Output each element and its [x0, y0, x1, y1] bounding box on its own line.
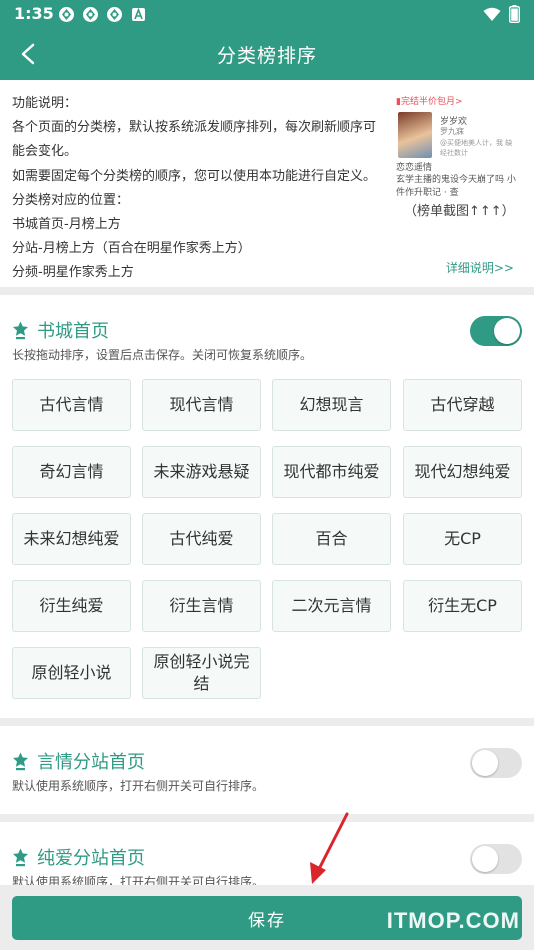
description-line: 书城首页-月榜上方: [12, 217, 121, 233]
section-header: 言情分站首页: [12, 748, 145, 774]
category-tag[interactable]: 原创轻小说完结: [142, 647, 261, 699]
description-line: 分类榜对应的位置：: [12, 192, 130, 208]
battery-icon: [508, 5, 521, 27]
ai-ring-icon: [58, 6, 75, 23]
section-header: 书城首页: [12, 317, 109, 343]
status-time: 1:35: [14, 4, 54, 23]
page-title: 分类榜排序: [216, 45, 317, 67]
category-tag[interactable]: 现代都市纯爱: [272, 446, 391, 498]
watermark: ITMOP.COM: [386, 908, 520, 933]
section-title: 言情分站首页: [37, 752, 145, 773]
description-line: 各个页面的分类榜，默认按系统派发顺序排列，每次刷新顺序可: [12, 120, 377, 136]
description-line: 如需要固定每个分类榜的顺序，您可以使用本功能进行自定义。: [12, 168, 377, 184]
category-tag[interactable]: 现代言情: [142, 379, 261, 431]
book-cover-thumbnail: [398, 112, 432, 158]
star-icon: [13, 848, 28, 866]
category-tag[interactable]: 古代穿越: [403, 379, 522, 431]
toggle-romance-station[interactable]: [470, 748, 522, 778]
ranking-screenshot-preview: ▮完结半价包月> 岁岁欢 罗九寐 @买便地美人计，我 缺经社数计 恋恋遥情 玄学…: [396, 94, 524, 254]
section-bookstore-home: 书城首页 长按拖动排序，设置后点击保存。关闭可恢复系统顺序。 古代言情 现代言情…: [0, 295, 534, 718]
description-text: 功能说明： 各个页面的分类榜，默认按系统派发顺序排列，每次刷新顺序可 能会变化。…: [12, 92, 392, 286]
star-icon: [13, 321, 28, 339]
category-tag[interactable]: 幻想现言: [272, 379, 391, 431]
a-box-icon: [130, 6, 147, 23]
preview-caption: （榜单截图↑↑↑）: [404, 204, 515, 219]
category-tag[interactable]: 无CP: [403, 513, 522, 565]
category-tag[interactable]: 古代纯爱: [142, 513, 261, 565]
description-line: 分站-月榜上方（百合在明星作家秀上方）: [12, 241, 251, 257]
ai-ring-icon: [82, 6, 99, 23]
feature-description-card: 功能说明： 各个页面的分类榜，默认按系统派发顺序排列，每次刷新顺序可 能会变化。…: [0, 80, 534, 287]
section-desc: 长按拖动排序，设置后点击保存。关闭可恢复系统顺序。: [12, 348, 313, 362]
preview-line: 玄学主播的鬼设今天崩了吗 小件作升职记 · 查: [396, 175, 516, 198]
star-icon: [13, 752, 28, 770]
status-right-icons: [483, 5, 521, 27]
description-line: 分频-明星作家秀上方: [12, 265, 134, 281]
toggle-knob: [472, 846, 498, 872]
app-bar: 分类榜排序: [0, 28, 534, 80]
description-line: 功能说明：: [12, 96, 78, 111]
section-header: 纯爱分站首页: [12, 844, 145, 870]
category-tag[interactable]: 原创轻小说: [12, 647, 131, 699]
category-tag[interactable]: 衍生无CP: [403, 580, 522, 632]
preview-book-blurb: @买便地美人计，我 缺经社数计: [440, 139, 513, 157]
category-tag[interactable]: 奇幻言情: [12, 446, 131, 498]
section-desc: 默认使用系统顺序，打开右侧开关可自行排序。: [12, 779, 265, 793]
category-tag[interactable]: 古代言情: [12, 379, 131, 431]
status-bar: 1:35: [0, 0, 534, 28]
section-title: 纯爱分站首页: [37, 848, 145, 869]
preview-tag: ▮完结半价包月>: [396, 97, 463, 107]
category-tag[interactable]: 未来幻想纯爱: [12, 513, 131, 565]
status-notification-icons: [58, 6, 147, 23]
category-tag[interactable]: 未来游戏悬疑: [142, 446, 261, 498]
section-romance-station: 言情分站首页 默认使用系统顺序，打开右侧开关可自行排序。: [0, 726, 534, 814]
category-tag[interactable]: 衍生言情: [142, 580, 261, 632]
toggle-knob: [472, 750, 498, 776]
category-tag[interactable]: 衍生纯爱: [12, 580, 131, 632]
preview-line: 恋恋遥情: [396, 163, 433, 173]
category-tag[interactable]: 百合: [272, 513, 391, 565]
ai-ring-icon: [106, 6, 123, 23]
category-tag[interactable]: 二次元言情: [272, 580, 391, 632]
toggle-bl-station[interactable]: [470, 844, 522, 874]
section-title: 书城首页: [37, 321, 109, 342]
wifi-icon: [483, 7, 501, 26]
preview-book-author: 罗九寐: [440, 127, 464, 136]
toggle-bookstore-home[interactable]: [470, 316, 522, 346]
detail-link[interactable]: 详细说明>>: [446, 259, 514, 276]
category-tag[interactable]: 现代幻想纯爱: [403, 446, 522, 498]
toggle-knob: [494, 318, 520, 344]
description-line: 能会变化。: [12, 144, 78, 160]
